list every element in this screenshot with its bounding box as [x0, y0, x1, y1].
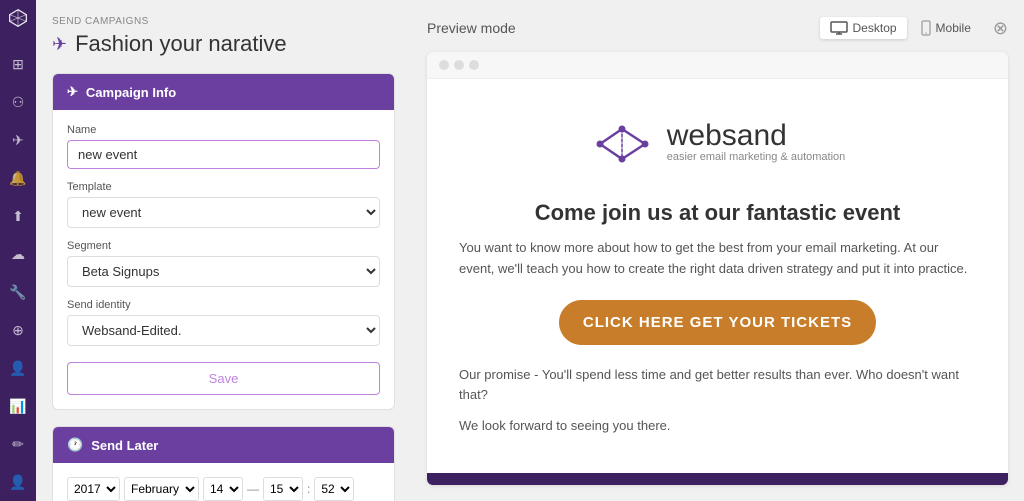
template-select[interactable]: new event [67, 197, 380, 228]
email-promise-text: Our promise - You'll spend less time and… [459, 365, 976, 407]
sidebar-item-pencil[interactable]: ✏ [4, 433, 32, 455]
segment-group: Segment Beta Signups [67, 240, 380, 287]
send-later-body: 2017 February 14 — 15 : 52 [53, 463, 394, 501]
minute-select[interactable]: 52 [314, 477, 354, 501]
breadcrumb: SEND CAMPAIGNS [52, 16, 395, 27]
datetime-row: 2017 February 14 — 15 : 52 [67, 477, 380, 501]
brand-name: websand [667, 121, 846, 151]
sidebar-item-users[interactable]: 👤 [4, 357, 32, 379]
app-logo [8, 8, 28, 33]
month-select[interactable]: February [124, 477, 199, 501]
clock-icon: 🕐 [67, 437, 83, 453]
main-content: SEND CAMPAIGNS ✈ Fashion your narative ✈… [36, 0, 1024, 501]
name-label: Name [67, 124, 380, 136]
sidebar: ⊞ ⚇ ✈ 🔔 ⬆ ☁ 🔧 ⊕ 👤 📊 ✏ 👤 [0, 0, 36, 501]
cta-button[interactable]: CLICK HERE GET YOUR TICKETS [559, 300, 876, 345]
campaign-icon: ✈ [67, 84, 78, 100]
sidebar-item-upload[interactable]: ⬆ [4, 205, 32, 227]
email-logo-row: websand easier email marketing & automat… [459, 103, 976, 180]
dot-2 [454, 60, 464, 70]
websand-logo-icon [590, 119, 655, 164]
send-identity-label: Send identity [67, 299, 380, 311]
name-group: Name [67, 124, 380, 169]
colon-separator: : [307, 482, 310, 496]
send-later-header: 🕐 Send Later [53, 427, 394, 463]
preview-toolbar: Preview mode Desktop Mobile ⊗ [427, 16, 1008, 40]
dot-1 [439, 60, 449, 70]
sidebar-item-cloud[interactable]: ☁ [4, 243, 32, 265]
sidebar-item-globe[interactable]: ⊕ [4, 319, 32, 341]
campaign-info-card: ✈ Campaign Info Name Template new event … [52, 73, 395, 410]
frame-dots [427, 52, 1008, 79]
dot-3 [469, 60, 479, 70]
brand-tagline: easier email marketing & automation [667, 151, 846, 163]
campaign-info-body: Name Template new event Segment Beta Sig… [53, 110, 394, 409]
sidebar-item-send[interactable]: ✈ [4, 129, 32, 151]
email-footer-bar [427, 473, 1008, 485]
save-button[interactable]: Save [67, 362, 380, 395]
email-body-text: You want to know more about how to get t… [459, 238, 976, 280]
segment-select[interactable]: Beta Signups [67, 256, 380, 287]
page-title: ✈ Fashion your narative [52, 31, 395, 57]
preview-modes: Desktop Mobile ⊗ [820, 16, 1008, 40]
sidebar-item-bell[interactable]: 🔔 [4, 167, 32, 189]
left-panel: SEND CAMPAIGNS ✈ Fashion your narative ✈… [36, 0, 411, 501]
template-label: Template [67, 181, 380, 193]
year-select[interactable]: 2017 [67, 477, 120, 501]
mobile-mode-button[interactable]: Mobile [911, 16, 981, 40]
sidebar-item-wrench[interactable]: 🔧 [4, 281, 32, 303]
mobile-icon [921, 20, 931, 36]
hour-select[interactable]: 15 [263, 477, 303, 501]
send-icon: ✈ [52, 34, 67, 55]
email-preview-frame: websand easier email marketing & automat… [427, 52, 1008, 485]
send-identity-group: Send identity Websand-Edited. [67, 299, 380, 346]
close-preview-button[interactable]: ⊗ [993, 18, 1008, 39]
segment-label: Segment [67, 240, 380, 252]
desktop-icon [830, 21, 848, 35]
right-panel: Preview mode Desktop Mobile ⊗ [411, 0, 1024, 501]
name-input[interactable] [67, 140, 380, 169]
email-closing-text: We look forward to seeing you there. [459, 418, 976, 433]
email-body: websand easier email marketing & automat… [427, 79, 1008, 457]
preview-mode-label: Preview mode [427, 20, 516, 36]
send-later-card: 🕐 Send Later 2017 February 14 — 1 [52, 426, 395, 501]
email-heading: Come join us at our fantastic event [459, 200, 976, 226]
send-identity-select[interactable]: Websand-Edited. [67, 315, 380, 346]
brand-name-group: websand easier email marketing & automat… [667, 121, 846, 163]
desktop-mode-button[interactable]: Desktop [820, 17, 907, 39]
dash-separator: — [247, 482, 259, 496]
template-group: Template new event [67, 181, 380, 228]
sidebar-item-account[interactable]: 👤 [4, 471, 32, 493]
campaign-info-header: ✈ Campaign Info [53, 74, 394, 110]
sidebar-item-person[interactable]: ⚇ [4, 91, 32, 113]
sidebar-item-chart[interactable]: 📊 [4, 395, 32, 417]
sidebar-item-grid[interactable]: ⊞ [4, 53, 32, 75]
day-select[interactable]: 14 [203, 477, 243, 501]
